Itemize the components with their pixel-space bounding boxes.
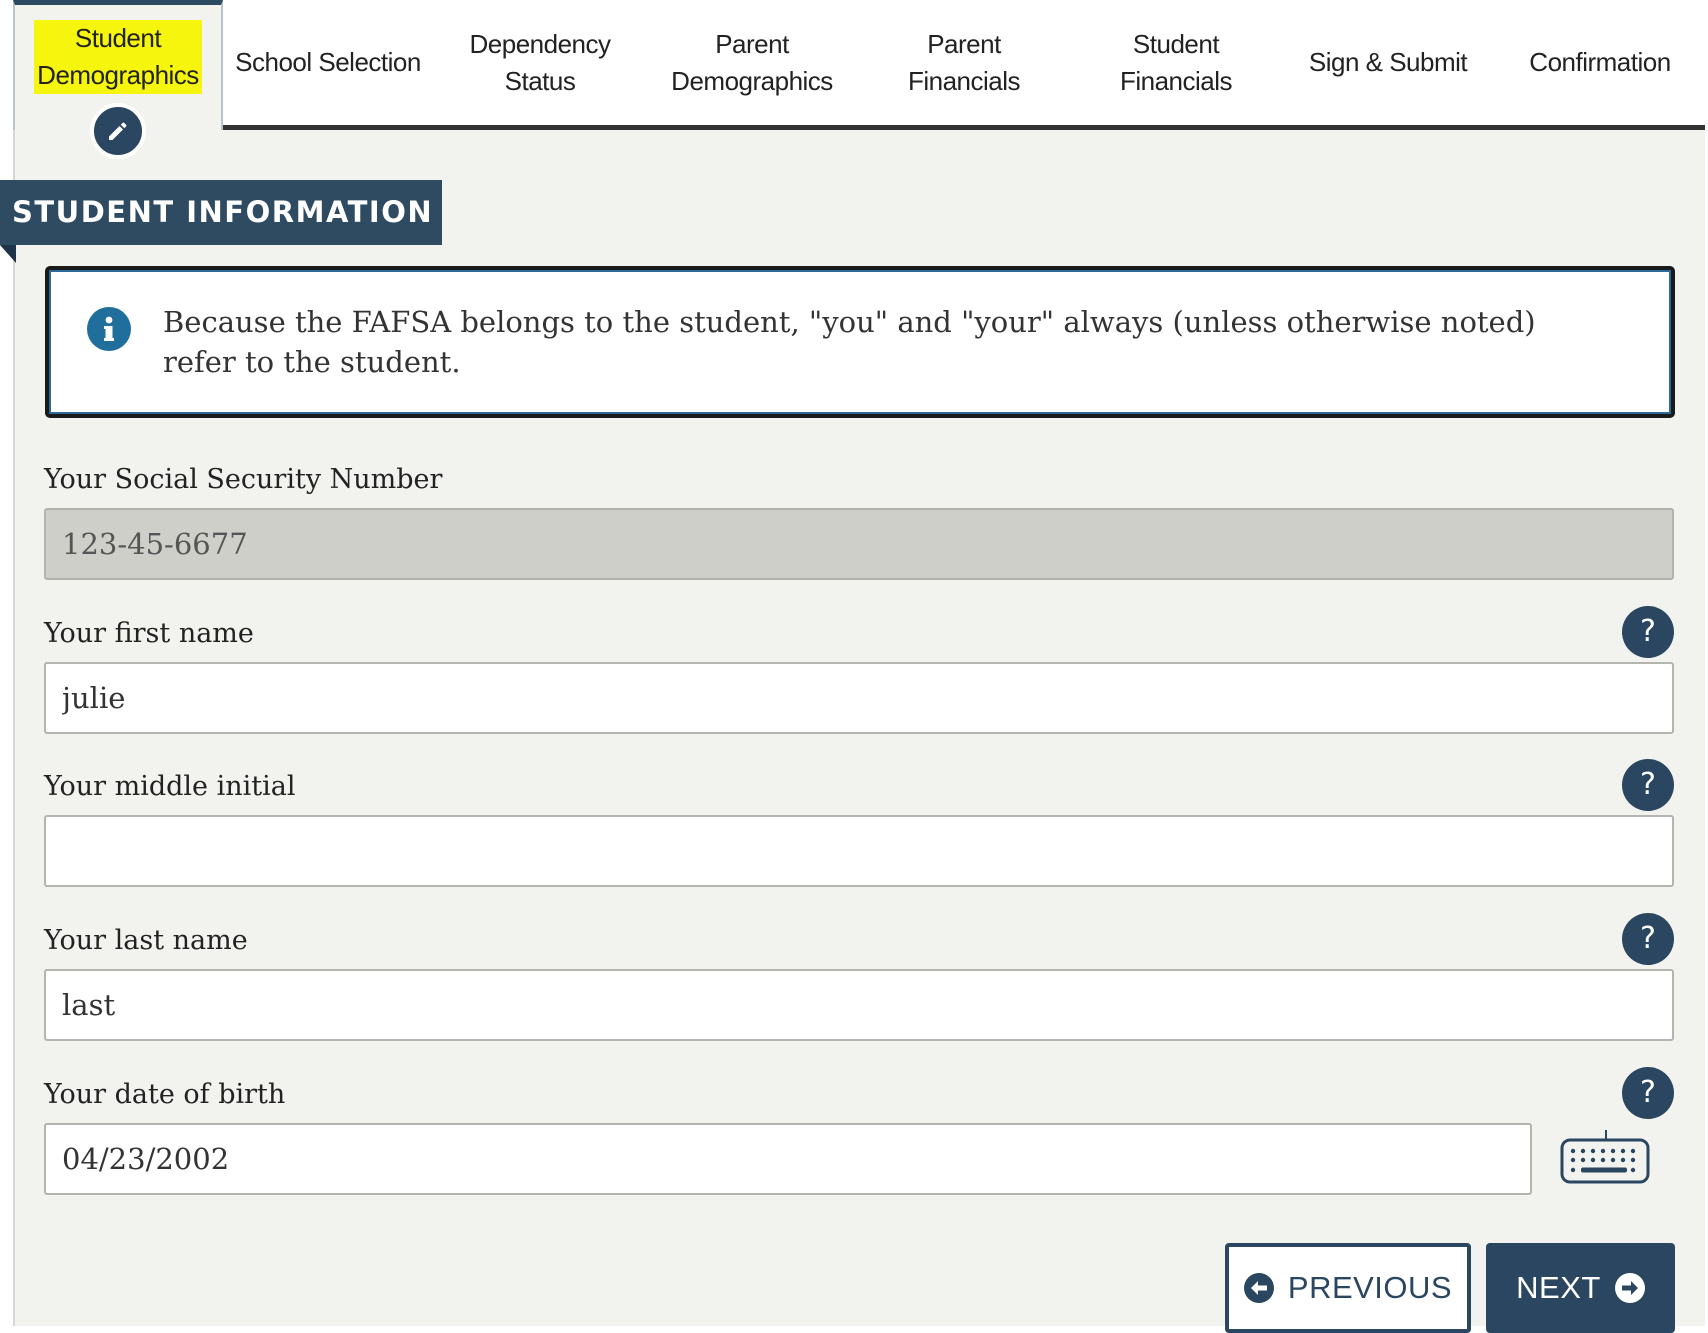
tab-dependency-status[interactable]: Dependency Status: [440, 0, 640, 125]
keyboard-icon[interactable]: [1560, 1130, 1652, 1186]
info-callout: Because the FAFSA belongs to the student…: [45, 266, 1675, 418]
previous-button-label: PREVIOUS: [1287, 1270, 1453, 1305]
next-button[interactable]: NEXT: [1486, 1243, 1675, 1333]
arrow-right-icon: [1614, 1273, 1645, 1303]
tab-label-line2: Demographics: [671, 65, 833, 96]
section-title: STUDENT INFORMATION: [0, 180, 442, 245]
tab-sign-submit[interactable]: Sign & Submit: [1288, 0, 1488, 125]
tab-parent-financials[interactable]: Parent Financials: [864, 0, 1064, 125]
tab-school-selection[interactable]: School Selection: [228, 0, 428, 125]
tab-student-financials[interactable]: Student Financials: [1076, 0, 1276, 125]
step-navigation: Student Demographics School Selection De…: [0, 0, 1708, 159]
tab-label-line2: Demographics: [34, 57, 202, 94]
middle-initial-label: Your middle initial: [44, 771, 296, 802]
dob-help-icon[interactable]: ?: [1622, 1067, 1674, 1119]
last-name-label: Your last name: [44, 925, 248, 956]
tab-label-line1: Parent: [927, 28, 1001, 59]
arrow-left-icon: [1243, 1273, 1274, 1303]
dob-label: Your date of birth: [44, 1079, 286, 1110]
tab-label-line1: Student: [1132, 28, 1220, 59]
tab-label: Confirmation: [1529, 47, 1671, 77]
tab-label-line1: Parent: [715, 28, 789, 59]
middle-initial-help-icon[interactable]: ?: [1622, 759, 1674, 811]
middle-initial-field[interactable]: [44, 815, 1674, 887]
first-name-field[interactable]: [44, 662, 1674, 734]
tab-label-line1: Student: [34, 20, 202, 57]
tab-label-line2: Financials: [1119, 65, 1233, 96]
tab-label-line1: Dependency: [469, 28, 612, 59]
tab-parent-demographics[interactable]: Parent Demographics: [652, 0, 852, 125]
tab-confirmation[interactable]: Confirmation: [1500, 0, 1700, 125]
banner-fold: [0, 245, 16, 263]
info-text: Because the FAFSA belongs to the student…: [163, 305, 1536, 379]
first-name-label: Your first name: [44, 618, 254, 649]
tab-label-line2: Status: [504, 65, 576, 96]
tab-label: School Selection: [235, 47, 421, 77]
date-of-birth-field[interactable]: [44, 1123, 1532, 1195]
previous-button[interactable]: PREVIOUS: [1225, 1243, 1471, 1333]
ssn-label: Your Social Security Number: [44, 464, 443, 495]
tab-label: Sign & Submit: [1308, 47, 1468, 77]
last-name-help-icon[interactable]: ?: [1622, 913, 1674, 965]
pencil-icon: [90, 103, 146, 159]
tab-label-line2: Financials: [907, 65, 1021, 96]
ssn-field: [44, 508, 1674, 580]
info-icon: [87, 307, 131, 351]
last-name-field[interactable]: [44, 969, 1674, 1041]
next-button-label: NEXT: [1516, 1270, 1601, 1305]
first-name-help-icon[interactable]: ?: [1622, 606, 1674, 658]
